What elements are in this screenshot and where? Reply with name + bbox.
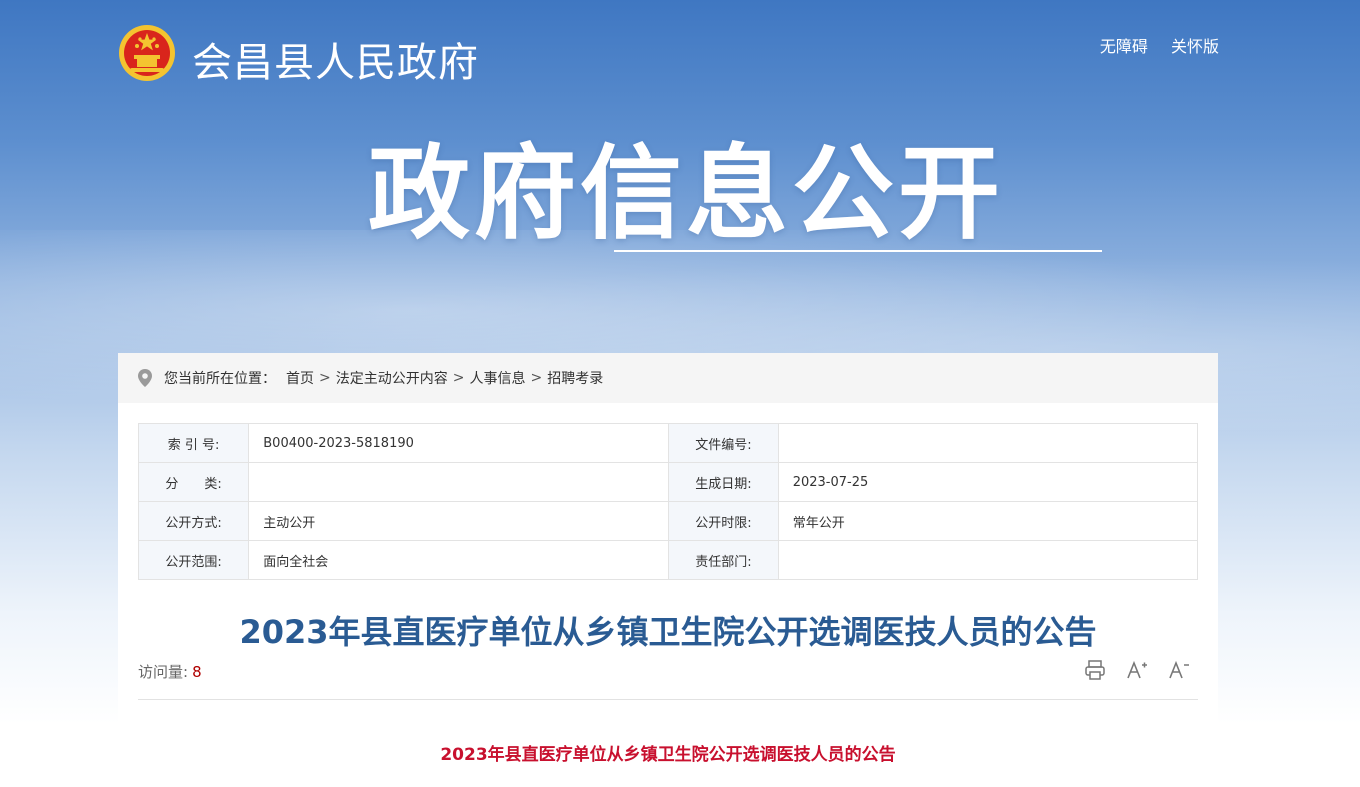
- accessibility-link[interactable]: 无障碍: [1100, 37, 1148, 56]
- print-icon[interactable]: [1084, 659, 1106, 681]
- table-row: 分 类: 生成日期: 2023-07-25: [137, 462, 1199, 502]
- meta-value: 常年公开: [777, 501, 1199, 541]
- breadcrumb-separator: >: [452, 370, 465, 386]
- font-decrease-icon[interactable]: [1168, 659, 1190, 681]
- site-name[interactable]: 会昌县人民政府: [192, 30, 479, 88]
- table-row: 公开范围: 面向全社会 责任部门:: [137, 540, 1199, 580]
- breadcrumb-recruitment[interactable]: 招聘考录: [547, 368, 603, 388]
- meta-value: [777, 423, 1199, 463]
- visit-count: 8: [192, 663, 202, 681]
- font-increase-icon[interactable]: [1126, 659, 1148, 681]
- article-body-title: 2023年县直医疗单位从乡镇卫生院公开选调医技人员的公告: [440, 745, 896, 765]
- breadcrumb-personnel-info[interactable]: 人事信息: [469, 368, 525, 388]
- visit-label: 访问量:: [138, 663, 189, 681]
- meta-value: B00400-2023-5818190: [248, 423, 670, 463]
- meta-value: [777, 540, 1199, 580]
- breadcrumb-separator: >: [319, 370, 331, 386]
- breadcrumb: 您当前所在位置： 首页 > 法定主动公开内容 > 人事信息 > 招聘考录: [118, 353, 1218, 403]
- national-emblem-icon[interactable]: [118, 24, 176, 82]
- location-pin-icon: [138, 369, 152, 387]
- meta-key: 索 引 号:: [137, 423, 250, 463]
- table-row: 索 引 号: B00400-2023-5818190 文件编号:: [137, 423, 1199, 463]
- content-panel: 您当前所在位置： 首页 > 法定主动公开内容 > 人事信息 > 招聘考录 索 引…: [118, 353, 1218, 787]
- top-links: 无障碍 关怀版: [1082, 33, 1219, 57]
- table-row: 公开方式: 主动公开 公开时限: 常年公开: [137, 501, 1199, 541]
- meta-value: 主动公开: [248, 501, 670, 541]
- meta-key: 公开时限:: [668, 501, 779, 541]
- meta-key: 生成日期:: [668, 462, 779, 502]
- breadcrumb-prefix: 您当前所在位置：: [164, 371, 276, 387]
- elder-care-mode-link[interactable]: 关怀版: [1171, 37, 1219, 56]
- divider: [138, 699, 1198, 700]
- site-header: 会昌县人民政府 无障碍 关怀版 政府信息公开: [0, 0, 1360, 252]
- meta-key: 公开范围:: [137, 540, 250, 580]
- meta-value: 面向全社会: [248, 540, 670, 580]
- article-title: 2023年县直医疗单位从乡镇卫生院公开选调医技人员的公告: [239, 613, 1097, 651]
- document-metadata-table: 索 引 号: B00400-2023-5818190 文件编号: 分 类: 生成…: [137, 423, 1199, 580]
- breadcrumb-home[interactable]: 首页: [286, 368, 314, 388]
- hero-underline: [614, 250, 1102, 252]
- meta-value: [248, 462, 670, 502]
- article-tools: [1084, 659, 1190, 681]
- meta-key: 责任部门:: [668, 540, 779, 580]
- breadcrumb-separator: >: [530, 370, 543, 386]
- breadcrumb-statutory-disclosure[interactable]: 法定主动公开内容: [336, 368, 448, 388]
- meta-key: 分 类:: [137, 462, 250, 502]
- meta-value: 2023-07-25: [777, 462, 1199, 502]
- hero-title: 政府信息公开: [368, 135, 1004, 254]
- meta-key: 文件编号:: [668, 423, 779, 463]
- visit-counter: 访问量: 8: [138, 661, 202, 682]
- meta-key: 公开方式:: [137, 501, 250, 541]
